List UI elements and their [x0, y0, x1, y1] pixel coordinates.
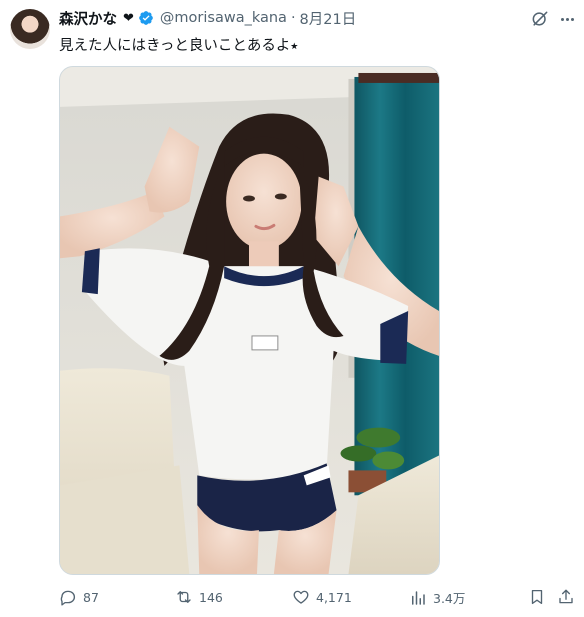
tweet[interactable]: 森沢かな ❤ @morisawa_kana · 8月21日 見えた人にはきっと良…: [0, 0, 584, 617]
share-icon: [559, 589, 573, 604]
bookmark-icon: [531, 589, 543, 605]
separator: ·: [290, 10, 296, 26]
like-count: 4,171: [316, 589, 352, 605]
reply-count: 87: [83, 589, 99, 605]
repost-icon: [177, 591, 191, 603]
tweet-text: 見えた人にはきっと良いことあるよ⭑: [59, 38, 299, 54]
action-bar: 87 146 4,171 3.4万: [0, 588, 584, 610]
grok-icon[interactable]: [530, 9, 550, 29]
view-count: 3.4万: [433, 591, 466, 606]
bookmark-button[interactable]: [528, 588, 546, 606]
more-icon[interactable]: [558, 10, 576, 28]
tweet-photo[interactable]: [59, 66, 440, 575]
heart-icon: [293, 590, 309, 604]
name-heart-emoji: ❤: [123, 10, 134, 25]
tweet-header: 森沢かな ❤ @morisawa_kana · 8月21日: [59, 8, 356, 28]
reply-button[interactable]: 87: [59, 588, 99, 606]
reply-icon: [60, 590, 76, 606]
views-button[interactable]: 3.4万: [409, 588, 465, 607]
photo-illustration: [60, 67, 439, 574]
repost-count: 146: [199, 589, 223, 605]
handle[interactable]: @morisawa_kana: [160, 10, 287, 26]
verified-badge-icon: [139, 11, 153, 25]
avatar[interactable]: [10, 9, 50, 49]
repost-button[interactable]: 146: [175, 588, 223, 606]
analytics-icon: [412, 590, 425, 605]
share-button[interactable]: [557, 588, 575, 606]
display-name[interactable]: 森沢かな: [59, 8, 117, 29]
like-button[interactable]: 4,171: [292, 588, 352, 606]
post-date[interactable]: 8月21日: [300, 8, 357, 29]
